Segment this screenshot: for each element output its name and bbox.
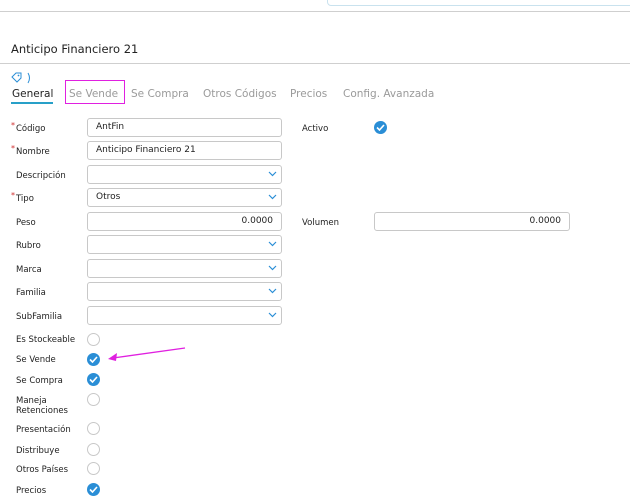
familia-label: Familia — [16, 288, 46, 298]
otros-paises-checkbox[interactable] — [87, 462, 100, 475]
familia-select[interactable] — [87, 282, 282, 301]
precios-checkbox[interactable] — [87, 483, 100, 496]
codigo-input[interactable]: AntFin — [87, 118, 282, 137]
global-search-input[interactable] — [327, 0, 630, 6]
chevron-down-icon — [268, 288, 277, 294]
required-marker: * — [11, 191, 15, 200]
tab-se-compra[interactable]: Se Compra — [131, 88, 189, 100]
nombre-label: * Nombre — [11, 144, 50, 157]
top-bar — [0, 0, 630, 12]
checkmark-icon — [89, 376, 98, 383]
active-tab-indicator — [11, 102, 53, 104]
presentacion-label: Presentación — [16, 425, 71, 435]
checkmark-icon — [376, 124, 385, 131]
tipo-select[interactable]: Otros — [87, 188, 282, 207]
tipo-label: * Tipo — [11, 191, 34, 204]
rubro-select[interactable] — [87, 235, 282, 254]
title-divider — [0, 63, 630, 64]
descripcion-select[interactable] — [87, 165, 282, 184]
tab-config-avanzada[interactable]: Config. Avanzada — [343, 88, 434, 100]
se-compra-label: Se Compra — [16, 376, 63, 386]
chevron-down-icon — [268, 241, 277, 247]
checkmark-icon — [89, 486, 98, 493]
activo-label: Activo — [302, 124, 329, 134]
checkmark-icon — [89, 356, 98, 363]
maneja-retenciones-label: Maneja Retenciones — [16, 396, 68, 416]
es-stockeable-label: Es Stockeable — [16, 335, 76, 345]
peso-input[interactable]: 0.0000 — [87, 212, 282, 231]
chevron-down-icon — [268, 194, 277, 200]
se-vende-label: Se Vende — [16, 355, 56, 365]
arrow-icon — [108, 347, 186, 361]
chevron-down-icon — [268, 265, 277, 271]
subfamilia-label: SubFamilia — [16, 312, 63, 322]
required-marker: * — [11, 144, 15, 153]
peso-label: Peso — [16, 218, 36, 228]
volumen-label: Volumen — [302, 218, 340, 228]
distribuye-checkbox[interactable] — [87, 443, 100, 456]
activo-checkbox[interactable] — [374, 121, 387, 134]
page-title: Anticipo Financiero 21 — [11, 42, 139, 56]
required-marker: * — [11, 121, 15, 130]
chevron-down-icon — [268, 171, 277, 177]
distribuye-label: Distribuye — [16, 446, 60, 456]
tag-icon[interactable] — [11, 72, 35, 84]
presentacion-checkbox[interactable] — [87, 422, 100, 435]
tab-general[interactable]: General — [12, 88, 53, 100]
chevron-down-icon — [268, 312, 277, 318]
es-stockeable-checkbox[interactable] — [87, 333, 100, 346]
marca-select[interactable] — [87, 259, 282, 278]
subfamilia-select[interactable] — [87, 306, 282, 325]
rubro-label: Rubro — [16, 241, 41, 251]
annotation-highlight-box — [65, 80, 125, 104]
otros-paises-label: Otros Países — [16, 465, 69, 475]
maneja-retenciones-checkbox[interactable] — [87, 393, 100, 406]
tab-otros-codigos[interactable]: Otros Códigos — [203, 88, 277, 100]
descripcion-label: Descripción — [16, 171, 66, 181]
se-compra-checkbox[interactable] — [87, 373, 100, 386]
tab-precios[interactable]: Precios — [290, 88, 327, 100]
codigo-label: * Código — [11, 121, 46, 134]
nombre-input[interactable]: Anticipo Financiero 21 — [87, 141, 282, 160]
volumen-input[interactable]: 0.0000 — [374, 212, 570, 231]
marca-label: Marca — [16, 265, 42, 275]
se-vende-checkbox[interactable] — [87, 353, 100, 366]
precios-label: Precios — [16, 486, 47, 496]
